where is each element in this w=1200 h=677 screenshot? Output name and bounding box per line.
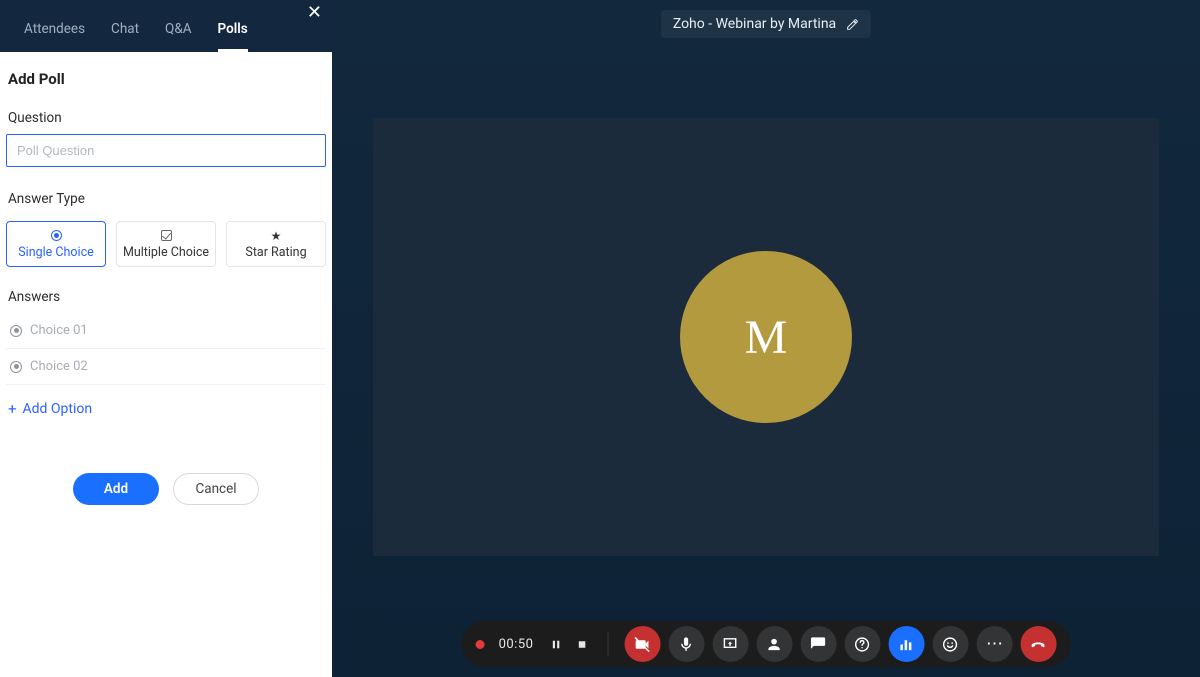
more-options-button[interactable]: ⋯	[976, 626, 1012, 662]
recording-timer: 00:50	[499, 637, 534, 652]
avatar-letter: M	[745, 310, 788, 365]
answer-option-row[interactable]: Choice 01	[6, 313, 326, 349]
add-option-label: Add Option	[23, 401, 93, 417]
tab-qa[interactable]: Q&A	[165, 21, 192, 52]
main-stage: Zoho - Webinar by Martina M 00:50	[332, 0, 1200, 677]
add-option-button[interactable]: + Add Option	[6, 385, 94, 433]
answer-type-multiple-choice[interactable]: Multiple Choice	[116, 221, 216, 267]
answer-option-text: Choice 01	[30, 323, 322, 338]
answer-type-label-text: Multiple Choice	[123, 245, 209, 260]
tab-chat[interactable]: Chat	[111, 21, 139, 52]
answer-type-star-rating[interactable]: ★ Star Rating	[226, 221, 326, 267]
pause-recording-button[interactable]	[547, 638, 565, 651]
stop-recording-button[interactable]	[573, 638, 591, 651]
webinar-title: Zoho - Webinar by Martina	[673, 16, 836, 32]
microphone-button[interactable]	[668, 626, 704, 662]
participant-avatar: M	[680, 251, 852, 423]
form-actions: Add Cancel	[6, 433, 326, 525]
sidebar-header: ✕ Attendees Chat Q&A Polls	[0, 0, 332, 52]
answer-type-group: Single Choice Multiple Choice ★ Star Rat…	[6, 221, 326, 267]
recording-indicator-icon	[476, 640, 485, 649]
divider	[607, 632, 608, 656]
video-frame: M	[373, 118, 1159, 556]
help-button[interactable]	[844, 626, 880, 662]
camera-button[interactable]	[624, 626, 660, 662]
webinar-title-pill[interactable]: Zoho - Webinar by Martina	[661, 10, 871, 38]
poll-question-input[interactable]	[6, 134, 326, 167]
question-label: Question	[6, 104, 326, 134]
answer-type-label-text: Single Choice	[18, 245, 94, 260]
radio-icon	[10, 361, 22, 373]
sidebar-panel: ✕ Attendees Chat Q&A Polls Add Poll Ques…	[0, 0, 332, 677]
add-button[interactable]: Add	[73, 473, 159, 505]
star-icon: ★	[269, 229, 283, 243]
chat-button[interactable]	[800, 626, 836, 662]
close-icon[interactable]: ✕	[307, 4, 322, 22]
tab-polls[interactable]: Polls	[218, 21, 248, 52]
end-call-button[interactable]	[1020, 626, 1056, 662]
answer-option-row[interactable]: Choice 02	[6, 349, 326, 385]
cancel-button[interactable]: Cancel	[173, 473, 259, 505]
ellipsis-icon: ⋯	[986, 636, 1003, 653]
checkbox-icon	[159, 229, 173, 243]
answer-type-label-text: Star Rating	[245, 245, 306, 260]
answer-option-text: Choice 02	[30, 359, 322, 374]
polls-button[interactable]	[888, 626, 924, 662]
plus-icon: +	[8, 402, 17, 417]
panel-title: Add Poll	[6, 66, 326, 104]
poll-form: Add Poll Question Answer Type Single Cho…	[0, 52, 332, 677]
share-screen-button[interactable]	[712, 626, 748, 662]
tab-attendees[interactable]: Attendees	[24, 21, 85, 52]
answer-type-single-choice[interactable]: Single Choice	[6, 221, 106, 267]
sidebar-tabs: Attendees Chat Q&A Polls	[16, 0, 248, 52]
radio-icon	[49, 229, 63, 243]
answer-type-label: Answer Type	[6, 185, 326, 215]
radio-icon	[10, 325, 22, 337]
edit-icon[interactable]	[846, 18, 859, 31]
control-bar: 00:50 ⋯	[462, 621, 1071, 667]
answers-label: Answers	[6, 283, 326, 313]
participants-button[interactable]	[756, 626, 792, 662]
reactions-button[interactable]	[932, 626, 968, 662]
